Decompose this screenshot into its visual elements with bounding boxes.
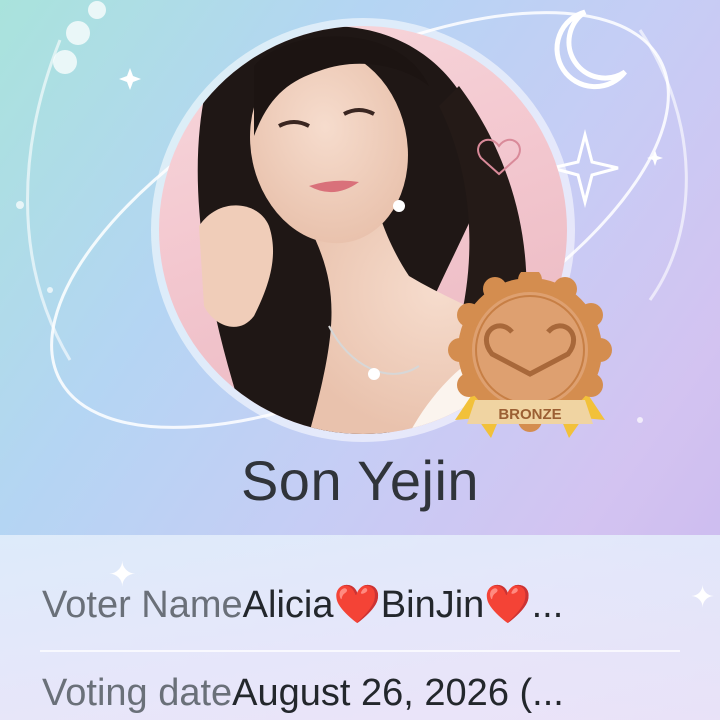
bronze-medal-icon: BRONZE bbox=[448, 272, 612, 438]
voter-name-label: Voter Name bbox=[42, 584, 243, 626]
idol-name: Son Yejin bbox=[240, 449, 480, 512]
voter-name-row: Voter NameAlicia❤️BinJin❤️... bbox=[42, 583, 563, 627]
divider bbox=[40, 650, 680, 652]
sparkle-icon: ✦ bbox=[690, 581, 716, 614]
badge-label: BRONZE bbox=[498, 406, 561, 423]
voter-name-value: Alicia❤️BinJin❤️... bbox=[242, 584, 564, 626]
voting-date-value: August 26, 2026 (... bbox=[232, 672, 564, 714]
voting-date-row: Voting dateAugust 26, 2026 (... bbox=[42, 672, 564, 715]
voting-date-label: Voting date bbox=[42, 672, 233, 714]
